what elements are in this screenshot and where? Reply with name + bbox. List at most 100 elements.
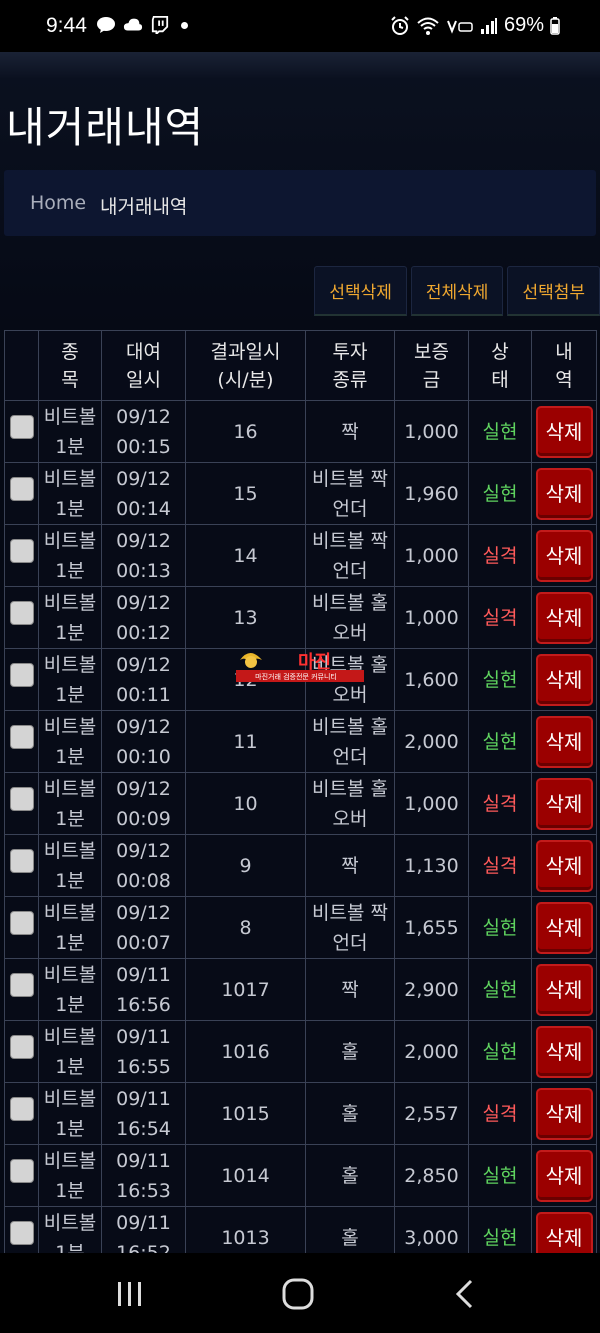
row-game: 비트볼 1분 xyxy=(38,524,102,587)
row-delete-button[interactable]: 삭제 xyxy=(535,1087,593,1140)
row-checkbox[interactable] xyxy=(9,787,34,811)
row-delete-button[interactable]: 삭제 xyxy=(535,1149,593,1202)
wifi-icon xyxy=(417,17,439,35)
row-game: 비트볼 1분 xyxy=(38,1020,102,1083)
row-result-time: 13 xyxy=(185,586,306,649)
row-status: 실격 xyxy=(468,834,532,897)
row-delete-button[interactable]: 삭제 xyxy=(535,1211,593,1253)
row-result-time: 1017 xyxy=(185,958,306,1021)
row-checkbox-cell xyxy=(4,1206,39,1253)
row-checkbox-cell xyxy=(4,710,39,773)
row-game: 비트볼 1분 xyxy=(38,400,102,463)
row-invest-type: 홀 xyxy=(305,1082,395,1145)
row-checkbox[interactable] xyxy=(9,539,34,563)
row-action-cell: 삭제 xyxy=(531,896,597,959)
status-notification-icons xyxy=(96,16,188,34)
row-deposit: 1,000 xyxy=(394,524,469,587)
row-result-time: 11 xyxy=(185,710,306,773)
battery-icon xyxy=(550,16,560,35)
row-rent-time: 09/11 16:53 xyxy=(101,1144,186,1207)
row-game: 비트볼 1분 xyxy=(38,1206,102,1253)
system-navigation-bar xyxy=(0,1253,600,1333)
row-checkbox[interactable] xyxy=(9,663,34,687)
row-delete-button[interactable]: 삭제 xyxy=(535,777,593,830)
row-status: 실격 xyxy=(468,1082,532,1145)
row-invest-type: 비트볼 짝 언더 xyxy=(305,462,395,525)
row-delete-button[interactable]: 삭제 xyxy=(535,1025,593,1078)
row-checkbox-cell xyxy=(4,772,39,835)
row-status: 실현 xyxy=(468,648,532,711)
row-delete-button[interactable]: 삭제 xyxy=(535,963,593,1016)
signal-icon xyxy=(480,17,497,34)
row-delete-button[interactable]: 삭제 xyxy=(535,715,593,768)
table-row: 비트볼 1분 09/11 16:54 1015 홀 2,557 실격 삭제 xyxy=(4,1082,597,1145)
row-checkbox[interactable] xyxy=(9,415,34,439)
row-delete-button[interactable]: 삭제 xyxy=(535,839,593,892)
row-action-cell: 삭제 xyxy=(531,958,597,1021)
row-rent-time: 09/11 16:56 xyxy=(101,958,186,1021)
row-rent-time: 09/12 00:08 xyxy=(101,834,186,897)
row-invest-type: 비트볼 홀 오버 xyxy=(305,648,395,711)
table-row: 비트볼 1분 09/11 16:56 1017 짝 2,900 실현 삭제 xyxy=(4,958,597,1021)
row-checkbox[interactable] xyxy=(9,973,34,997)
cloud-icon xyxy=(123,18,143,31)
back-nav-icon[interactable] xyxy=(446,1277,486,1311)
trade-history-table: 종 목 대여 일시 결과일시 (시/분) 투자 종류 보증 금 상 태 내 역 … xyxy=(4,330,597,1253)
breadcrumb-home-link[interactable]: Home xyxy=(30,192,86,214)
row-delete-button[interactable]: 삭제 xyxy=(535,901,593,954)
row-checkbox[interactable] xyxy=(9,725,34,749)
row-status: 실현 xyxy=(468,958,532,1021)
row-delete-button[interactable]: 삭제 xyxy=(535,529,593,582)
row-checkbox[interactable] xyxy=(9,849,34,873)
recent-apps-icon[interactable] xyxy=(110,1277,150,1311)
header-shade xyxy=(0,52,600,78)
row-invest-type: 비트볼 짝 언더 xyxy=(305,524,395,587)
row-result-time: 15 xyxy=(185,462,306,525)
row-delete-button[interactable]: 삭제 xyxy=(535,591,593,644)
table-row: 비트볼 1분 09/12 00:12 13 비트볼 홀 오버 1,000 실격 삭제 xyxy=(4,586,597,649)
table-header-row: 종 목 대여 일시 결과일시 (시/분) 투자 종류 보증 금 상 태 내 역 xyxy=(4,330,597,401)
row-action-cell: 삭제 xyxy=(531,834,597,897)
row-checkbox[interactable] xyxy=(9,1097,34,1121)
row-checkbox[interactable] xyxy=(9,1159,34,1183)
row-result-time: 1015 xyxy=(185,1082,306,1145)
row-game: 비트볼 1분 xyxy=(38,710,102,773)
row-rent-time: 09/12 00:07 xyxy=(101,896,186,959)
row-rent-time: 09/12 00:14 xyxy=(101,462,186,525)
table-row: 비트볼 1분 09/12 00:11 12 비트볼 홀 오버 1,600 실현 삭제 xyxy=(4,648,597,711)
row-game: 비트볼 1분 xyxy=(38,586,102,649)
row-result-time: 1013 xyxy=(185,1206,306,1253)
row-checkbox[interactable] xyxy=(9,1221,34,1245)
row-checkbox-cell xyxy=(4,896,39,959)
row-action-cell: 삭제 xyxy=(531,1082,597,1145)
row-checkbox[interactable] xyxy=(9,477,34,501)
row-result-time: 8 xyxy=(185,896,306,959)
row-action-cell: 삭제 xyxy=(531,586,597,649)
twitch-icon xyxy=(151,16,169,34)
table-row: 비트볼 1분 09/11 16:52 1013 홀 3,000 실현 삭제 xyxy=(4,1206,597,1253)
status-time: 9:44 xyxy=(46,14,87,37)
row-deposit: 2,850 xyxy=(394,1144,469,1207)
row-action-cell: 삭제 xyxy=(531,772,597,835)
row-delete-button[interactable]: 삭제 xyxy=(535,653,593,706)
row-checkbox-cell xyxy=(4,586,39,649)
talk-icon xyxy=(97,17,115,33)
row-deposit: 1,655 xyxy=(394,896,469,959)
row-delete-button[interactable]: 삭제 xyxy=(535,467,593,520)
row-deposit: 2,000 xyxy=(394,710,469,773)
table-row: 비트볼 1분 09/12 00:14 15 비트볼 짝 언더 1,960 실현 삭제 xyxy=(4,462,597,525)
row-checkbox[interactable] xyxy=(9,911,34,935)
attach-selected-button[interactable]: 선택첨부 xyxy=(507,266,600,316)
delete-all-button[interactable]: 전체삭제 xyxy=(410,266,504,316)
home-nav-icon[interactable] xyxy=(278,1277,318,1311)
row-checkbox-cell xyxy=(4,958,39,1021)
header-deposit: 보증 금 xyxy=(394,330,469,401)
row-deposit: 1,960 xyxy=(394,462,469,525)
row-delete-button[interactable]: 삭제 xyxy=(535,405,593,458)
table-row: 비트볼 1분 09/12 00:08 9 짝 1,130 실격 삭제 xyxy=(4,834,597,897)
row-checkbox[interactable] xyxy=(9,601,34,625)
row-checkbox[interactable] xyxy=(9,1035,34,1059)
delete-selected-button[interactable]: 선택삭제 xyxy=(314,266,407,316)
row-checkbox-cell xyxy=(4,834,39,897)
status-system-icons: 69% xyxy=(390,14,560,37)
